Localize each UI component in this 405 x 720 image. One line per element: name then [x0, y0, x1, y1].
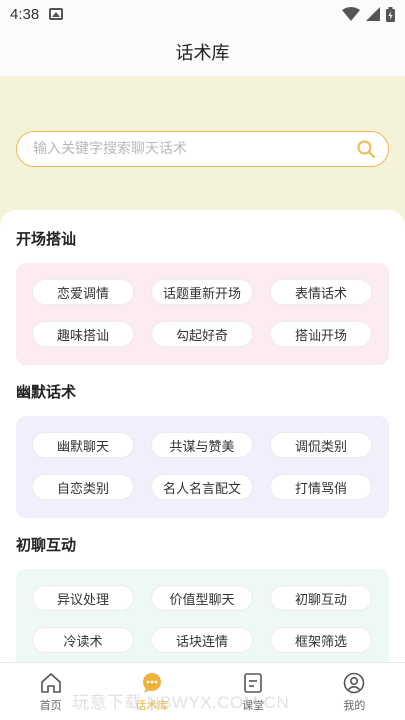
image-notification-icon: [49, 8, 64, 20]
section-title-opening: 开场搭讪: [16, 230, 77, 248]
chip[interactable]: 打情骂俏: [270, 474, 372, 500]
chip[interactable]: 恋爱调情: [32, 279, 134, 305]
tab-home[interactable]: 首页: [0, 663, 101, 720]
title-bar: 话术库: [0, 28, 405, 76]
chip[interactable]: 幽默聊天: [32, 432, 134, 458]
chip[interactable]: 表情话术: [270, 279, 372, 305]
tab-label: 话术库: [135, 699, 169, 712]
chip[interactable]: 话块连情: [151, 627, 253, 653]
chip[interactable]: 话题重新开场: [151, 279, 253, 305]
user-icon: [344, 672, 365, 694]
section-title-first-chat: 初聊互动: [16, 536, 77, 554]
section-title-humor: 幽默话术: [16, 383, 77, 401]
chip[interactable]: 勾起好奇: [151, 321, 253, 347]
tab-classroom[interactable]: 课堂: [203, 663, 304, 720]
section-card-humor: 幽默聊天 共谋与赞美 调侃类别 自恋类别 名人名言配文 打情骂俏: [16, 416, 389, 518]
search-box[interactable]: [16, 131, 389, 167]
signal-icon: [366, 7, 380, 21]
page-title: 话术库: [175, 43, 230, 64]
wifi-icon: [342, 7, 360, 21]
tab-label: 我的: [343, 699, 366, 712]
book-icon: [244, 673, 262, 693]
chip[interactable]: 框架筛选: [270, 627, 372, 653]
chip[interactable]: 搭讪开场: [270, 321, 372, 347]
battery-icon: [386, 6, 395, 22]
chip[interactable]: 自恋类别: [32, 474, 134, 500]
search-input[interactable]: [33, 141, 356, 157]
status-indicators: [342, 6, 395, 22]
tab-label: 课堂: [242, 699, 265, 712]
bottom-tab-bar: 首页 话术库 课堂 我的: [0, 662, 405, 720]
content-panel: 开场搭讪 恋爱调情 话题重新开场 表情话术 趣味搭讪 勾起好奇 搭讪开场 幽默话…: [0, 210, 405, 662]
tab-mine[interactable]: 我的: [304, 663, 405, 720]
search-icon[interactable]: [356, 139, 376, 159]
chat-bubble-icon: [142, 673, 161, 693]
chip[interactable]: 名人名言配文: [151, 474, 253, 500]
status-time: 4:38: [10, 5, 40, 23]
chip[interactable]: 冷读术: [32, 627, 134, 653]
status-bar: 4:38: [0, 0, 405, 28]
chip[interactable]: 异议处理: [32, 585, 134, 611]
chip[interactable]: 价值型聊天: [151, 585, 253, 611]
chip[interactable]: 初聊互动: [270, 585, 372, 611]
chip[interactable]: 调侃类别: [270, 432, 372, 458]
chip[interactable]: 趣味搭讪: [32, 321, 134, 347]
chip[interactable]: 共谋与赞美: [151, 432, 253, 458]
section-card-first-chat: 异议处理 价值型聊天 初聊互动 冷读术 话块连情 框架筛选: [16, 569, 389, 662]
home-icon: [40, 673, 61, 693]
section-card-opening: 恋爱调情 话题重新开场 表情话术 趣味搭讪 勾起好奇 搭讪开场: [16, 263, 389, 365]
tab-script-library[interactable]: 话术库: [101, 663, 202, 720]
tab-label: 首页: [39, 699, 62, 712]
